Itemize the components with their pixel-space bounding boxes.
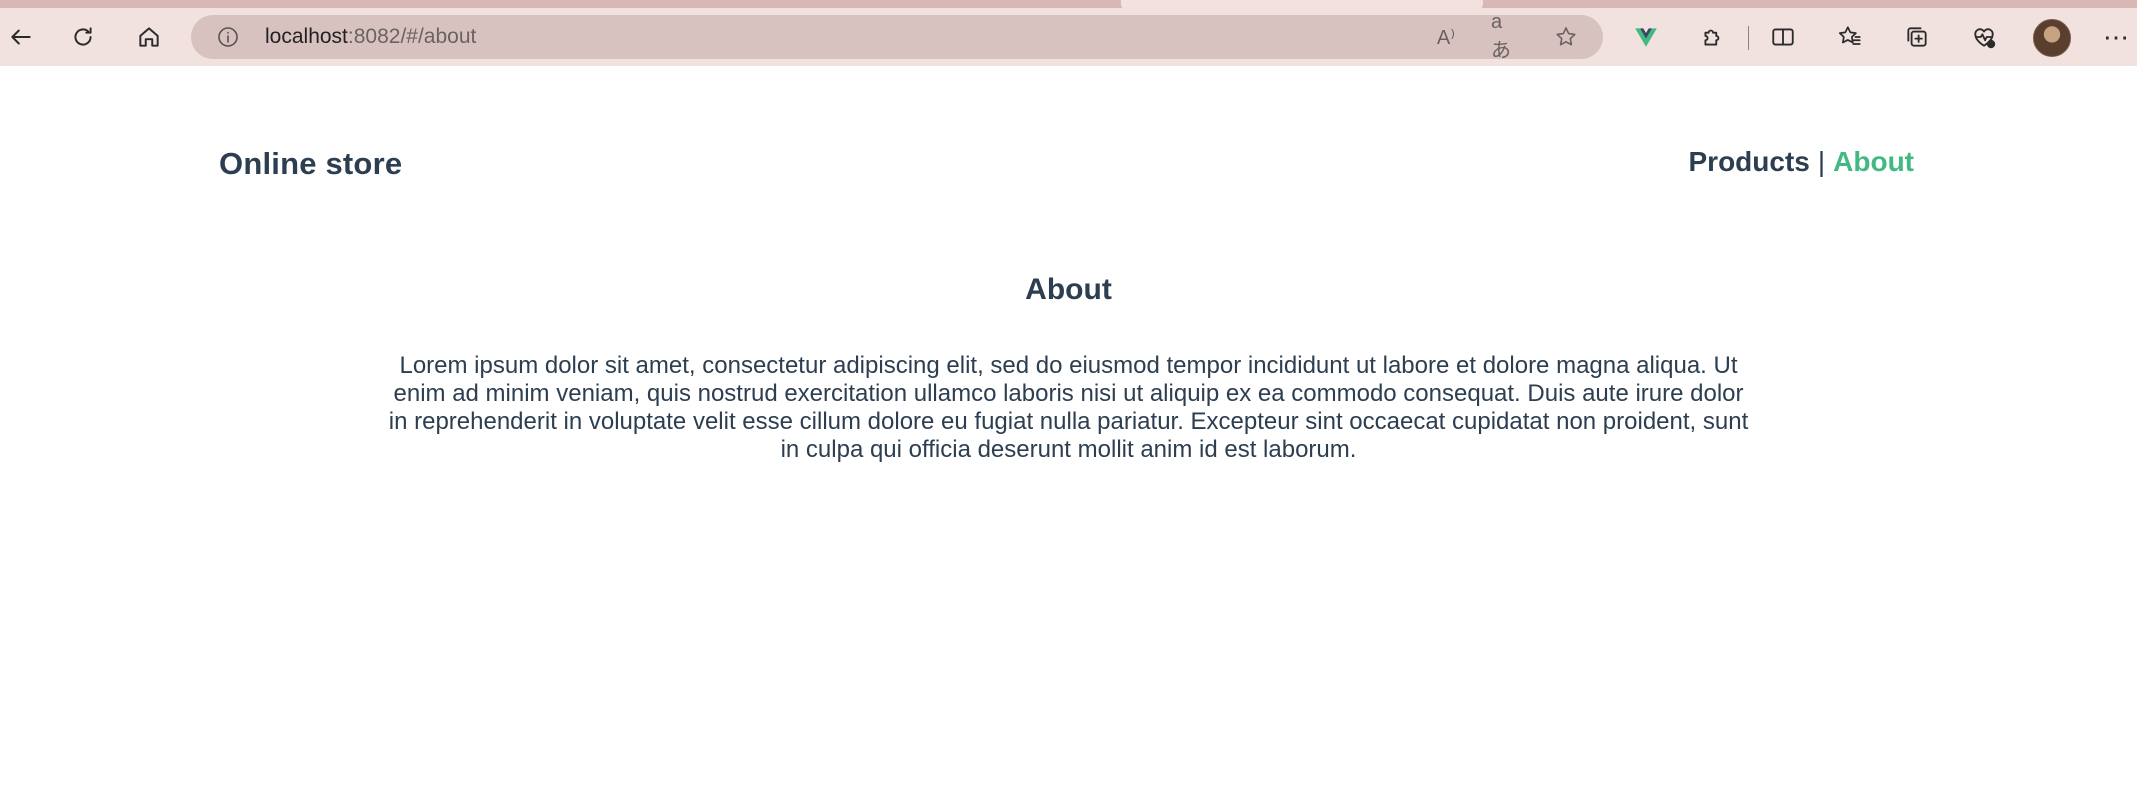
collections-icon <box>1907 27 1927 47</box>
refresh-button[interactable] <box>62 16 104 58</box>
read-aloud-icon: A⁾ <box>1436 26 1456 49</box>
more-button[interactable]: ⋯ <box>2095 16 2137 58</box>
puzzle-icon <box>1704 29 1720 46</box>
address-path: :8082/#/about <box>347 25 477 48</box>
address-host: localhost <box>265 25 348 48</box>
favorites-button[interactable] <box>1829 16 1871 58</box>
nav-link-about[interactable]: About <box>1833 146 1914 177</box>
back-button[interactable] <box>0 16 42 58</box>
browser-toolbar: localhost:8082/#/about A⁾ aあ ⋯ <box>0 8 2137 66</box>
nav-separator: | <box>1817 146 1826 177</box>
extensions-button[interactable] <box>1692 16 1734 58</box>
translate-icon: aあ <box>1491 11 1511 62</box>
toolbar-divider <box>1748 26 1749 50</box>
site-header: Online store Products | About <box>0 66 2137 266</box>
vue-devtools-button[interactable] <box>1625 16 1667 58</box>
site-info-button[interactable] <box>215 24 241 50</box>
page-title: About <box>1025 273 1112 306</box>
favorites-icon <box>1838 26 1861 45</box>
browser-essentials-icon <box>1974 28 1996 49</box>
split-screen-icon <box>1772 28 1794 46</box>
collections-button[interactable] <box>1896 16 1938 58</box>
info-icon <box>218 27 238 47</box>
browser-essentials-button[interactable] <box>1963 16 2005 58</box>
home-button[interactable] <box>128 16 170 58</box>
star-icon <box>1556 27 1576 46</box>
refresh-icon <box>74 27 92 46</box>
tab-strip <box>0 0 2137 10</box>
nav-link-products[interactable]: Products <box>1689 146 1810 177</box>
read-aloud-button[interactable]: A⁾ <box>1431 22 1461 52</box>
address-bar[interactable]: localhost:8082/#/about A⁾ aあ <box>191 11 1603 62</box>
site-nav: Products | About <box>1689 146 1915 178</box>
more-icon: ⋯ <box>2103 21 2129 52</box>
translate-button[interactable]: aあ <box>1491 11 1521 62</box>
favorite-button[interactable] <box>1551 22 1581 52</box>
home-icon <box>139 27 159 47</box>
split-screen-button[interactable] <box>1762 16 1804 58</box>
vue-devtools-icon <box>1635 28 1657 47</box>
main-content: About Lorem ipsum dolor sit amet, consec… <box>0 268 2137 464</box>
page-body-text: Lorem ipsum dolor sit amet, consectetur … <box>388 352 1749 463</box>
back-arrow-icon <box>11 29 31 45</box>
address-url[interactable]: localhost:8082/#/about <box>265 25 476 49</box>
avatar[interactable] <box>2033 19 2071 57</box>
site-brand[interactable]: Online store <box>219 146 402 182</box>
